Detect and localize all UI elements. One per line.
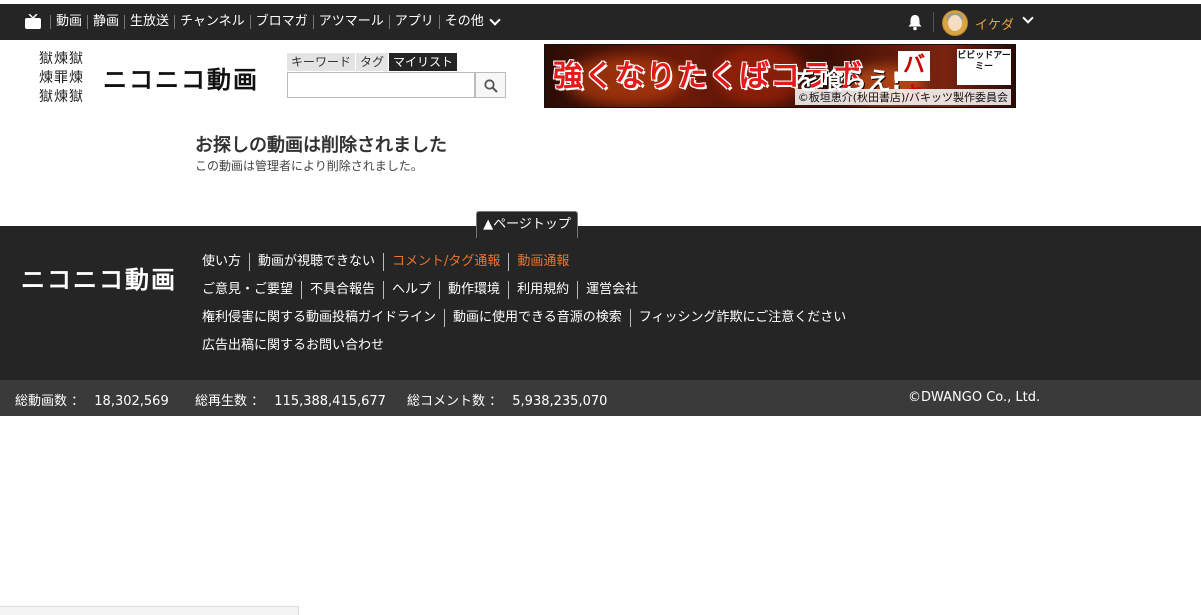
avatar[interactable] bbox=[942, 10, 968, 36]
ad-credit: ©板垣恵介(秋田書店)/バキッツ製作委員会 bbox=[794, 89, 1011, 105]
search-tab-keyword[interactable]: キーワード bbox=[287, 53, 357, 71]
footer-logo[interactable]: ニコニコ動画 bbox=[21, 260, 177, 295]
kanji-logo-line: 獄煉獄 bbox=[39, 51, 84, 67]
page-top-button[interactable]: ▲ページトップ bbox=[476, 211, 578, 238]
footer-link-row: 使い方 動画が視聴できない コメント/タグ通報 動画通報 bbox=[194, 248, 854, 276]
footer-link-help[interactable]: ヘルプ bbox=[383, 281, 439, 299]
nav-item-douga[interactable]: 動画 bbox=[50, 15, 87, 29]
kanji-logo: 獄煉獄 煉罪煉 獄煉獄 bbox=[39, 50, 89, 107]
stat-label: 総再生数 ： bbox=[195, 394, 265, 409]
footer: ニコニコ動画 使い方 動画が視聴できない コメント/タグ通報 動画通報 ご意見・… bbox=[0, 226, 1201, 380]
nav-item-seiga[interactable]: 静画 bbox=[87, 15, 124, 29]
stat-value: 115,388,415,677 bbox=[274, 394, 386, 409]
chevron-down-icon bbox=[489, 14, 501, 26]
bell-icon[interactable] bbox=[906, 13, 924, 31]
footer-links: 使い方 動画が視聴できない コメント/タグ通報 動画通報 ご意見・ご要望 不具合… bbox=[194, 248, 854, 360]
stat-total-comments: 総コメント数 ： 5,938,235,070 bbox=[407, 390, 607, 409]
nav-more-menu[interactable]: その他 bbox=[438, 14, 504, 29]
footer-link-row: ご意見・ご要望 不具合報告 ヘルプ 動作環境 利用規約 運営会社 bbox=[194, 276, 854, 304]
nav-item-live[interactable]: 生放送 bbox=[124, 15, 174, 29]
stat-total-plays: 総再生数 ： 115,388,415,677 bbox=[195, 390, 386, 409]
niconico-tv-icon[interactable] bbox=[24, 14, 42, 30]
nav-item-app[interactable]: アプリ bbox=[388, 15, 439, 29]
search-button[interactable] bbox=[475, 72, 506, 98]
nav-item-atsumaru[interactable]: アツマール bbox=[312, 15, 389, 29]
footer-link-environment[interactable]: 動作環境 bbox=[439, 281, 508, 299]
ad-banner[interactable]: 強くなりたくばコラボ を喰らえ! バキ ビビッドアーミー ©板垣恵介(秋田書店)… bbox=[544, 44, 1016, 108]
search-tab-mylist[interactable]: マイリスト bbox=[389, 53, 459, 71]
kanji-logo-line: 煉罪煉 bbox=[39, 70, 84, 86]
footer-link-ads-inquiry[interactable]: 広告出稿に関するお問い合わせ bbox=[194, 337, 392, 355]
global-nav: 動画 静画 生放送 チャンネル ブロマガ アツマール アプリ その他 イケダ bbox=[0, 4, 1201, 40]
nav-item-channel[interactable]: チャンネル bbox=[174, 15, 250, 29]
ad-vivid-logo: ビビッドアーミー bbox=[957, 49, 1011, 85]
footer-link-comment-report[interactable]: コメント/タグ通報 bbox=[383, 253, 508, 271]
footer-link-terms[interactable]: 利用規約 bbox=[508, 281, 577, 299]
footer-link-video-report[interactable]: 動画通報 bbox=[508, 253, 577, 271]
nav-more-label: その他 bbox=[444, 14, 484, 29]
nav-menu: 動画 静画 生放送 チャンネル ブロマガ アツマール アプリ その他 bbox=[50, 4, 504, 40]
copyright: ©DWANGO Co., Ltd. bbox=[908, 390, 1041, 405]
ad-badge-logo: バキ bbox=[898, 51, 930, 107]
site-stats-bar: 総動画数 ： 18,302,569 総再生数 ： 115,388,415,677… bbox=[0, 380, 1201, 416]
search-icon bbox=[484, 79, 498, 93]
footer-link-usage[interactable]: 使い方 bbox=[194, 253, 249, 271]
page-message: この動画は管理者により削除されました。 bbox=[195, 159, 423, 173]
footer-link-rights-guideline[interactable]: 権利侵害に関する動画投稿ガイドライン bbox=[194, 309, 444, 327]
user-menu-chevron-icon[interactable] bbox=[1022, 12, 1034, 24]
footer-link-row: 広告出稿に関するお問い合わせ bbox=[194, 332, 854, 360]
footer-link-bug-report[interactable]: 不具合報告 bbox=[301, 281, 383, 299]
page-title: お探しの動画は削除されました bbox=[195, 135, 447, 156]
nav-item-blomaga[interactable]: ブロマガ bbox=[249, 15, 313, 29]
avatar-face bbox=[948, 15, 962, 31]
stat-label: 総コメント数 ： bbox=[407, 394, 503, 409]
footer-link-feedback[interactable]: ご意見・ご要望 bbox=[194, 281, 301, 299]
kanji-logo-line: 獄煉獄 bbox=[39, 89, 84, 105]
search-tabs: キーワード タグ マイリスト bbox=[287, 53, 459, 71]
footer-link-company[interactable]: 運営会社 bbox=[577, 281, 646, 299]
footer-link-cannot-play[interactable]: 動画が視聴できない bbox=[249, 253, 383, 271]
stat-value: 18,302,569 bbox=[94, 394, 169, 409]
footer-link-row: 権利侵害に関する動画投稿ガイドライン 動画に使用できる音源の検索 フィッシング詐… bbox=[194, 304, 854, 332]
stat-total-videos: 総動画数 ： 18,302,569 bbox=[15, 390, 169, 409]
footer-link-phishing[interactable]: フィッシング詐欺にご注意ください bbox=[629, 309, 854, 327]
user-separator bbox=[933, 12, 934, 32]
stat-label: 総動画数 ： bbox=[15, 394, 85, 409]
username[interactable]: イケダ bbox=[975, 14, 1014, 33]
search-input[interactable] bbox=[287, 72, 475, 98]
stat-value: 5,938,235,070 bbox=[512, 394, 608, 409]
niconico-logo[interactable]: ニコニコ動画 bbox=[103, 60, 259, 95]
footer-link-audio-search[interactable]: 動画に使用できる音源の検索 bbox=[444, 309, 630, 327]
search-tab-tag[interactable]: タグ bbox=[356, 53, 390, 71]
